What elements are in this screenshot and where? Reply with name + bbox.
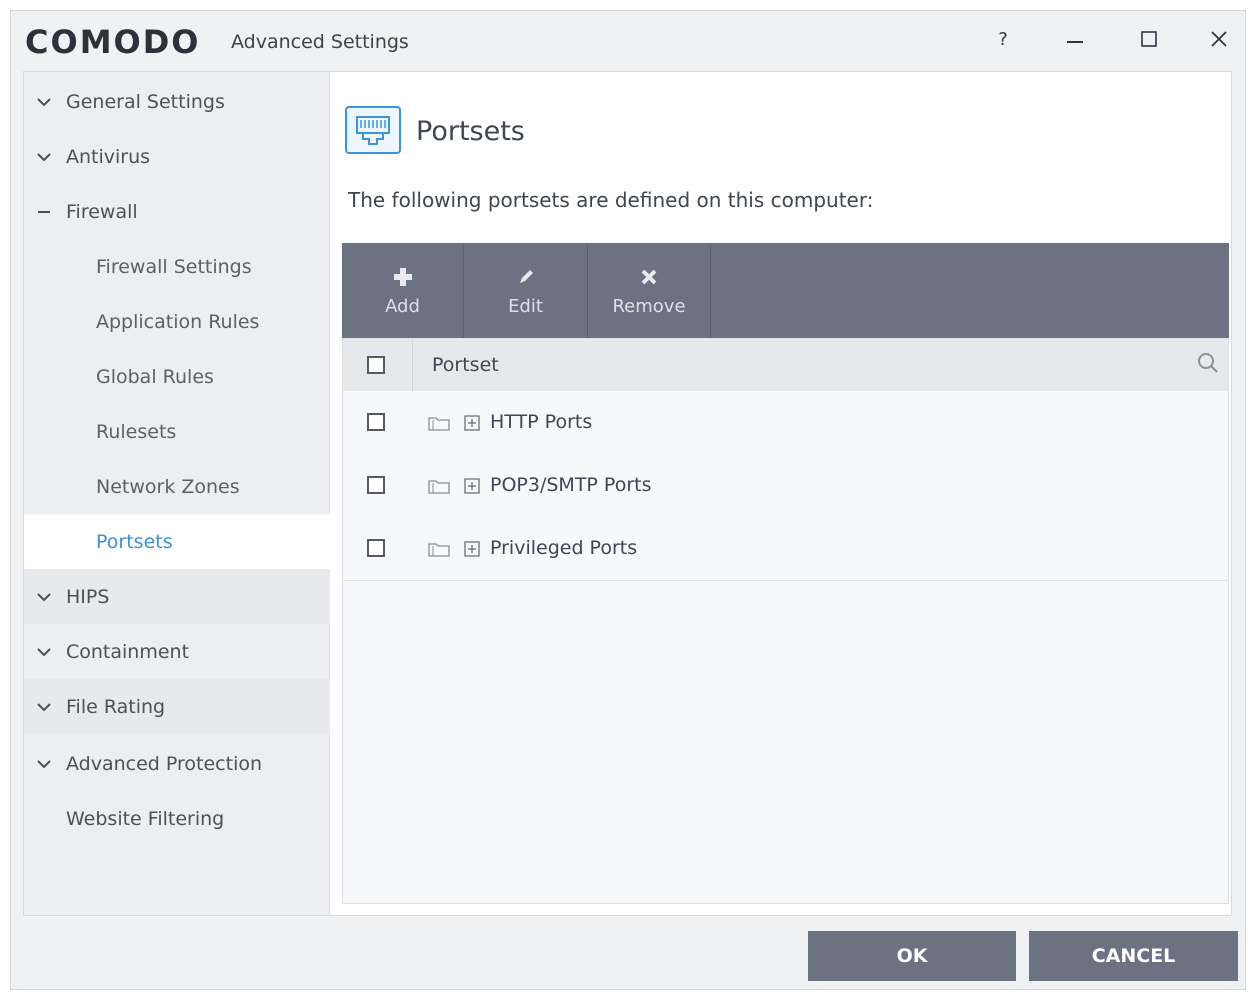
- sidebar-item-firewall-settings[interactable]: Firewall Settings: [24, 239, 330, 294]
- sidebar-item-label: Website Filtering: [66, 807, 225, 830]
- maximize-icon: [1141, 31, 1157, 47]
- settings-sidebar: General Settings Antivirus Firewall Fire…: [24, 72, 330, 915]
- portsets-toolbar: Add Edit Remove: [342, 243, 1229, 338]
- remove-x-icon: [640, 264, 658, 290]
- table-row[interactable]: Privileged Ports: [343, 517, 1228, 581]
- row-checkbox[interactable]: [367, 539, 385, 557]
- expand-plus-icon[interactable]: [464, 415, 480, 435]
- sidebar-item-website-filtering[interactable]: Website Filtering: [24, 791, 330, 846]
- edit-button[interactable]: Edit: [464, 243, 588, 338]
- portset-name: HTTP Ports: [490, 411, 593, 433]
- page-description: The following portsets are defined on th…: [348, 188, 874, 212]
- sidebar-item-label: Antivirus: [66, 145, 151, 168]
- sidebar-item-label: Firewall: [66, 200, 138, 223]
- add-button-label: Add: [385, 296, 420, 317]
- sidebar-item-label: Network Zones: [96, 475, 240, 498]
- close-button[interactable]: [1199, 19, 1239, 59]
- sidebar-item-rulesets[interactable]: Rulesets: [24, 404, 330, 459]
- sidebar-item-label: HIPS: [66, 585, 110, 608]
- sidebar-item-label: File Rating: [66, 695, 166, 718]
- minimize-icon: [1067, 41, 1083, 43]
- search-icon[interactable]: [1196, 351, 1220, 379]
- advanced-settings-window: COMODO Advanced Settings ? General Setti…: [10, 10, 1246, 990]
- plus-icon: [393, 264, 413, 290]
- close-icon: [1211, 31, 1227, 47]
- cancel-button[interactable]: CANCEL: [1029, 931, 1238, 981]
- sidebar-item-hips[interactable]: HIPS: [24, 569, 330, 624]
- help-button[interactable]: ?: [983, 19, 1023, 59]
- select-all-checkbox[interactable]: [367, 356, 385, 374]
- expand-plus-icon[interactable]: [464, 541, 480, 561]
- add-button[interactable]: Add: [342, 243, 464, 338]
- portset-folder-icon: [428, 415, 450, 435]
- sidebar-item-label: Rulesets: [96, 420, 177, 443]
- sidebar-item-antivirus[interactable]: Antivirus: [24, 129, 330, 184]
- row-checkbox[interactable]: [367, 413, 385, 431]
- expand-plus-icon[interactable]: [464, 478, 480, 498]
- chevron-down-icon: [36, 699, 52, 715]
- table-header: Portset: [343, 339, 1228, 392]
- collapse-minus-icon: [36, 204, 52, 220]
- sidebar-item-label: General Settings: [66, 90, 225, 113]
- sidebar-item-application-rules[interactable]: Application Rules: [24, 294, 330, 349]
- chevron-down-icon: [36, 644, 52, 660]
- sidebar-item-label: Advanced Protection: [66, 752, 263, 775]
- portsets-table: Portset HTTP Ports POP3/SMTP Ports Privi…: [342, 338, 1229, 904]
- maximize-button[interactable]: [1129, 19, 1169, 59]
- network-port-icon: [345, 106, 401, 154]
- content-frame: General Settings Antivirus Firewall Fire…: [23, 71, 1232, 916]
- portset-folder-icon: [428, 541, 450, 561]
- sidebar-item-file-rating[interactable]: File Rating: [24, 679, 330, 734]
- ok-button[interactable]: OK: [808, 931, 1016, 981]
- table-row[interactable]: HTTP Ports: [343, 391, 1228, 455]
- chevron-down-icon: [36, 149, 52, 165]
- sidebar-item-containment[interactable]: Containment: [24, 624, 330, 679]
- portset-folder-icon: [428, 478, 450, 498]
- chevron-down-icon: [36, 756, 52, 772]
- chevron-down-icon: [36, 589, 52, 605]
- select-all-cell: [343, 339, 413, 391]
- sidebar-item-label: Containment: [66, 640, 190, 663]
- column-header-portset[interactable]: Portset: [432, 354, 499, 376]
- sidebar-item-network-zones[interactable]: Network Zones: [24, 459, 330, 514]
- table-row[interactable]: POP3/SMTP Ports: [343, 454, 1228, 518]
- sidebar-item-advanced-protection[interactable]: Advanced Protection: [24, 736, 330, 791]
- sidebar-item-label: Global Rules: [96, 365, 214, 388]
- chevron-down-icon: [36, 94, 52, 110]
- sidebar-item-global-rules[interactable]: Global Rules: [24, 349, 330, 404]
- sidebar-item-general-settings[interactable]: General Settings: [24, 74, 330, 129]
- pencil-icon: [516, 264, 536, 290]
- sidebar-item-label: Application Rules: [96, 310, 260, 333]
- portset-name: POP3/SMTP Ports: [490, 474, 652, 496]
- sidebar-item-portsets[interactable]: Portsets: [24, 514, 330, 569]
- comodo-logo: COMODO: [25, 23, 201, 61]
- sidebar-item-label: Firewall Settings: [96, 255, 252, 278]
- sidebar-item-label: Portsets: [96, 530, 173, 553]
- main-panel: Portsets The following portsets are defi…: [330, 72, 1231, 915]
- sidebar-item-firewall[interactable]: Firewall: [24, 184, 330, 239]
- window-title: Advanced Settings: [231, 31, 409, 53]
- portset-name: Privileged Ports: [490, 537, 638, 559]
- edit-button-label: Edit: [508, 296, 543, 317]
- minimize-button[interactable]: [1055, 19, 1095, 59]
- remove-button-label: Remove: [612, 296, 686, 317]
- row-checkbox[interactable]: [367, 476, 385, 494]
- title-bar: COMODO Advanced Settings ?: [11, 11, 1245, 73]
- page-title: Portsets: [416, 116, 525, 147]
- remove-button[interactable]: Remove: [588, 243, 711, 338]
